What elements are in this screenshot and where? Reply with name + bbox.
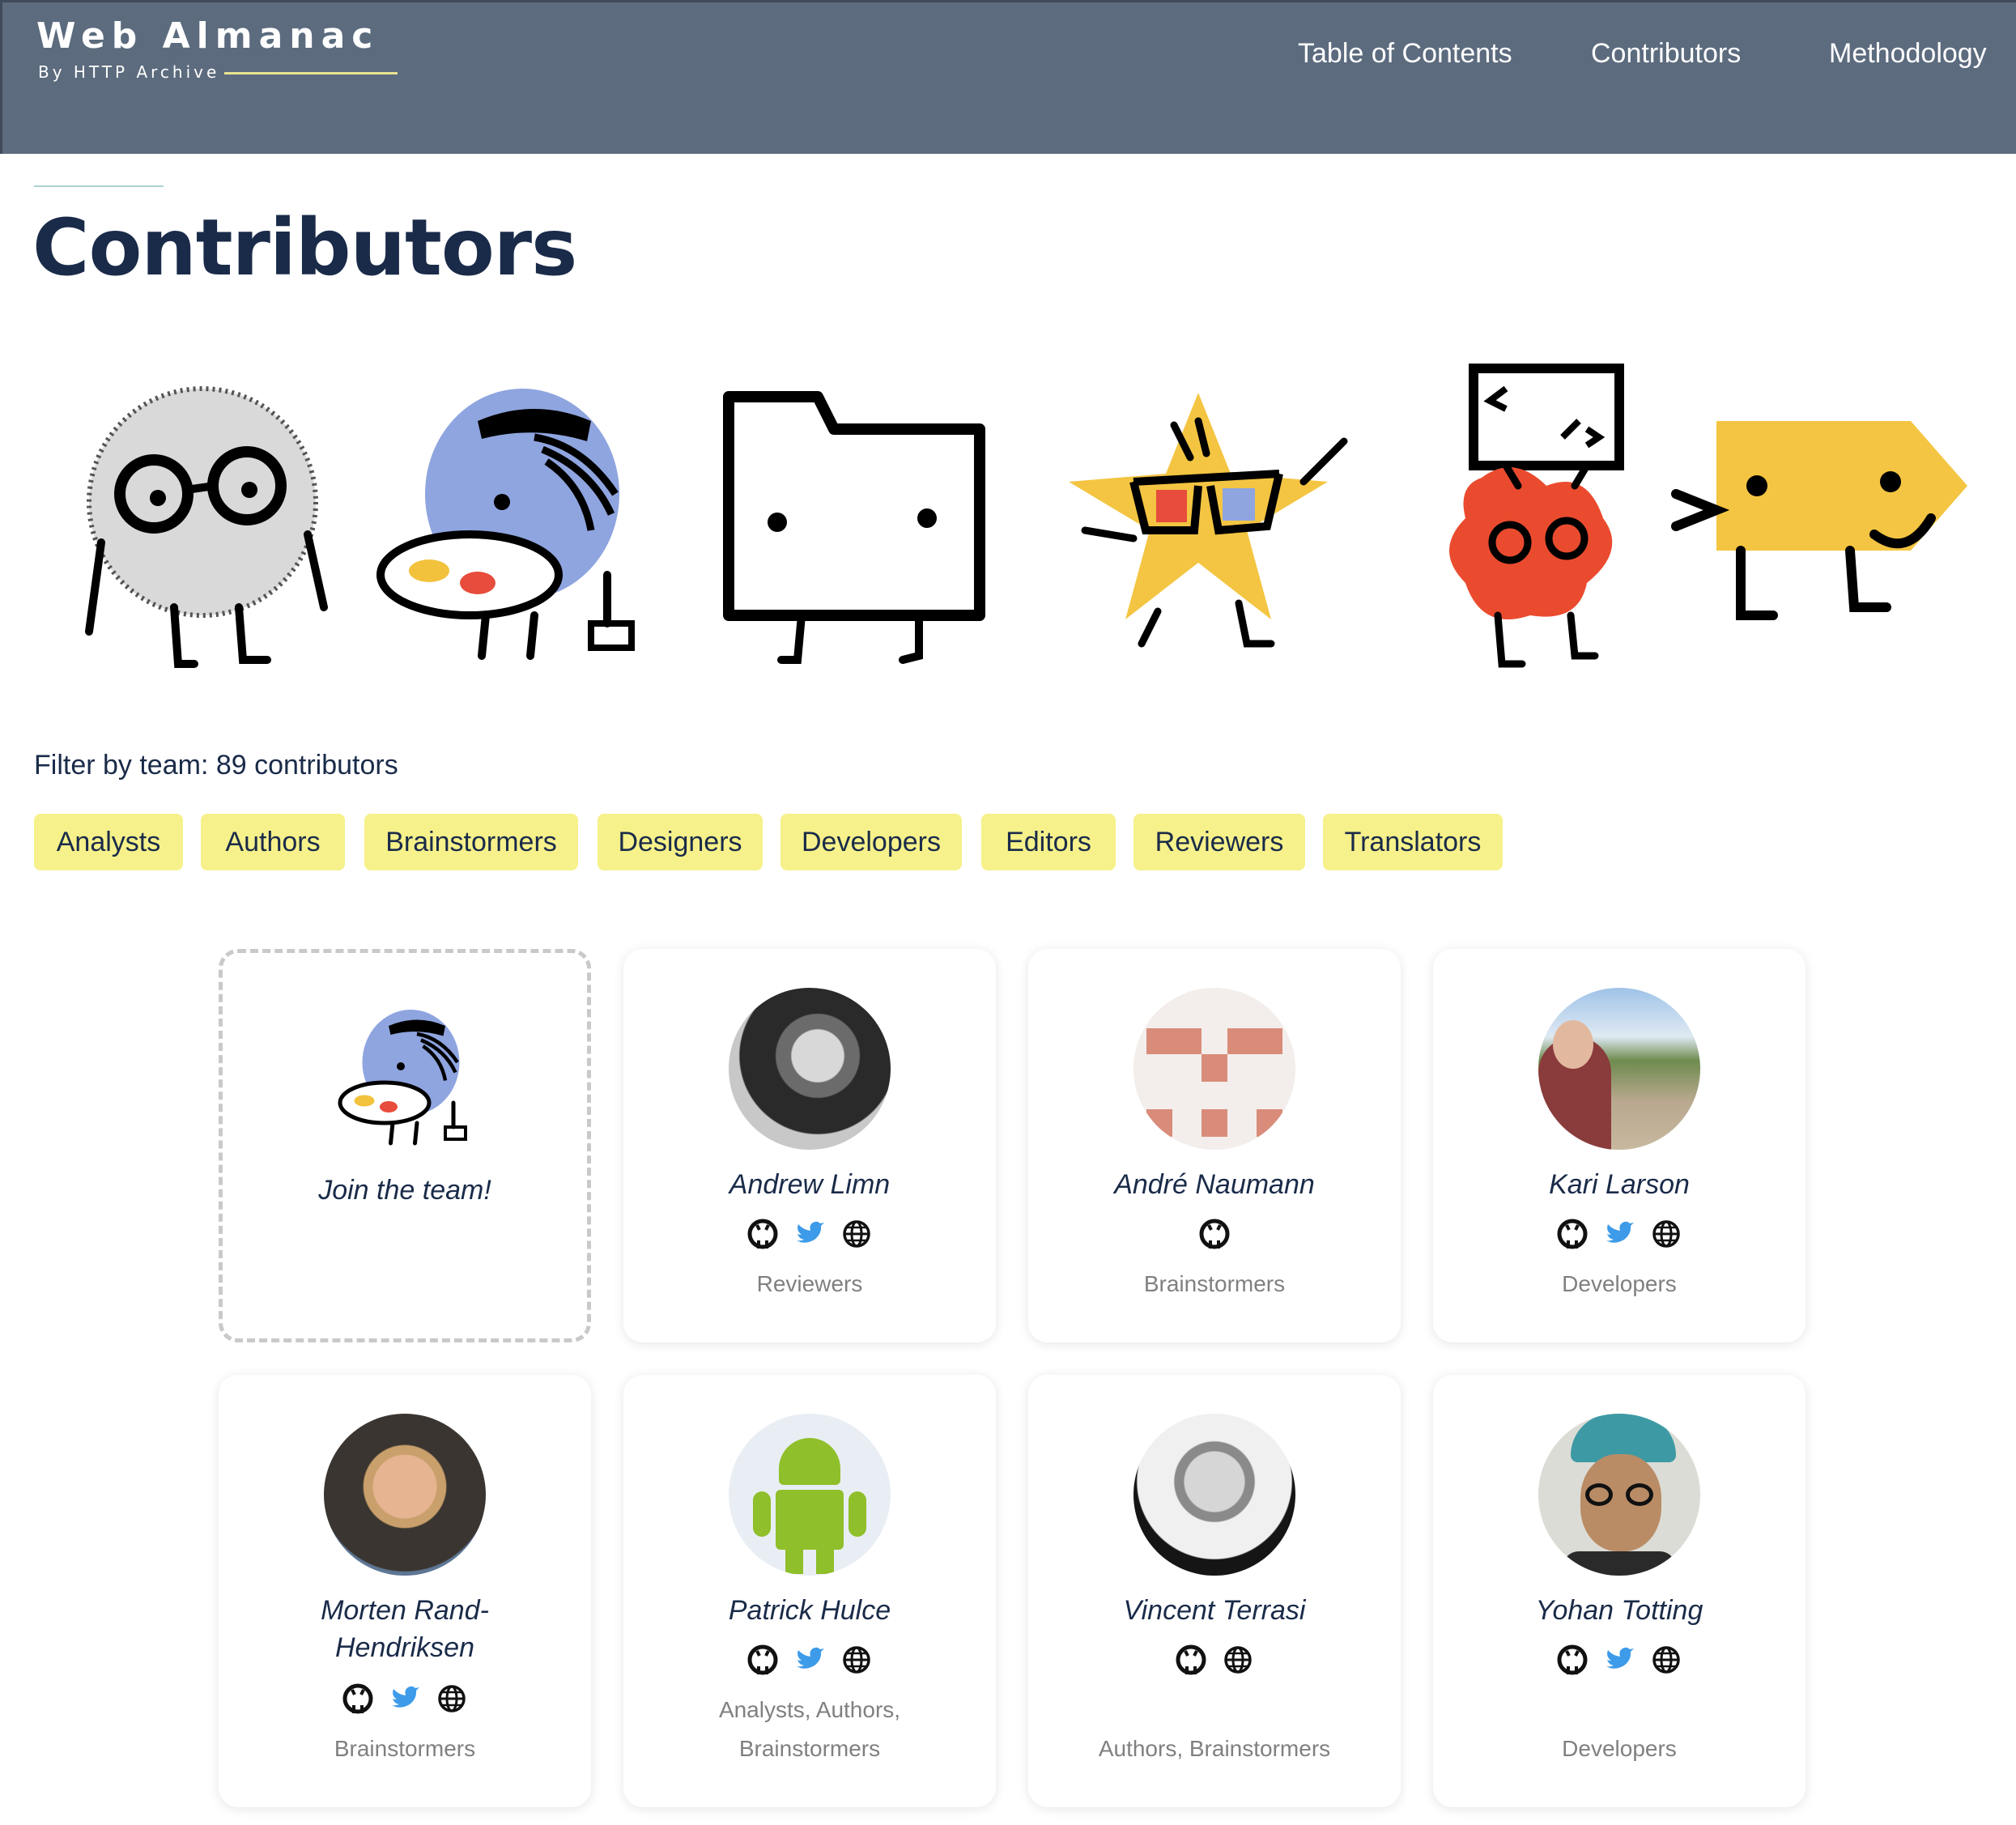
avatar: [324, 1414, 486, 1576]
social-links: [219, 1682, 591, 1718]
github-icon[interactable]: [1556, 1218, 1589, 1250]
analyst-mascot-illustration: [85, 386, 328, 668]
contributor-card: Kari Larson Developers: [1433, 949, 1805, 1342]
filter-chip-designers[interactable]: Designers: [598, 814, 763, 870]
filter-chip-developers[interactable]: Developers: [780, 814, 962, 870]
github-icon[interactable]: [1175, 1644, 1207, 1676]
contributor-card: André Naumann Brainstormers: [1028, 949, 1401, 1342]
nav-methodology[interactable]: Methodology: [1829, 38, 1987, 70]
nav-table-of-contents[interactable]: Table of Contents: [1298, 38, 1512, 70]
contributor-name-line-1: Morten Rand-: [321, 1595, 489, 1626]
website-icon[interactable]: [436, 1682, 468, 1715]
filter-chip-analysts[interactable]: Analysts: [34, 814, 183, 870]
filter-chip-reviewers[interactable]: Reviewers: [1133, 814, 1305, 870]
website-icon[interactable]: [840, 1218, 873, 1250]
contributor-name[interactable]: Patrick Hulce: [623, 1592, 996, 1629]
contributor-card: Andrew Limn Reviewers: [623, 949, 996, 1342]
contributor-teams-line-1: Analysts, Authors,: [718, 1697, 901, 1722]
avatar: [1538, 1414, 1700, 1576]
logo-subtitle: By HTTP Archive: [38, 62, 220, 82]
contributor-teams: Brainstormers: [1143, 1271, 1286, 1296]
nav-contributors[interactable]: Contributors: [1591, 38, 1741, 70]
twitter-icon[interactable]: [793, 1644, 826, 1676]
site-header: Web Almanac By HTTP Archive Table of Con…: [0, 0, 2016, 154]
filter-chip-brainstormers[interactable]: Brainstormers: [364, 814, 578, 870]
filter-chip-editors[interactable]: Editors: [981, 814, 1116, 870]
filter-chip-translators[interactable]: Translators: [1323, 814, 1503, 870]
contributor-teams: Developers: [1562, 1271, 1677, 1296]
page-title: Contributors: [32, 202, 577, 293]
contributor-teams: Developers: [1562, 1736, 1677, 1761]
contributor-card: Yohan Totting Developers: [1433, 1375, 1805, 1807]
contributor-name[interactable]: Vincent Terrasi: [1028, 1592, 1401, 1629]
site-logo[interactable]: Web Almanac By HTTP Archive: [36, 14, 398, 82]
developer-star-mascot-illustration: [1069, 393, 1348, 648]
contributor-teams: Reviewers: [756, 1271, 863, 1296]
avatar: [1133, 1414, 1295, 1576]
contributor-card: Patrick Hulce Analysts, Authors, Brainst…: [623, 1375, 996, 1807]
contributor-name[interactable]: Andrew Limn: [623, 1166, 996, 1203]
twitter-icon[interactable]: [389, 1682, 421, 1715]
contributor-name[interactable]: Kari Larson: [1433, 1166, 1805, 1203]
logo-title: Web Almanac: [36, 15, 380, 57]
contributor-name[interactable]: André Naumann: [1028, 1166, 1401, 1203]
social-links: [623, 1644, 996, 1679]
contributor-card: Vincent Terrasi Authors, Brainstormers: [1028, 1375, 1401, 1807]
contributor-teams: Authors, Brainstormers: [1098, 1736, 1331, 1761]
contributor-name-line-2: Hendriksen: [335, 1632, 474, 1663]
logo-underline: [224, 72, 398, 74]
painter-mascot-icon: [338, 1010, 467, 1146]
avatar: [729, 1414, 891, 1576]
github-icon[interactable]: [1556, 1644, 1589, 1676]
avatar: [1538, 988, 1700, 1150]
contributor-name[interactable]: Yohan Totting: [1433, 1592, 1805, 1629]
social-links: [1433, 1218, 1805, 1253]
join-the-team-label: Join the team!: [318, 1175, 491, 1206]
filter-label: Filter by team: 89 contributors: [34, 750, 398, 781]
github-icon[interactable]: [342, 1682, 374, 1715]
website-icon[interactable]: [840, 1644, 873, 1676]
social-links: [623, 1218, 996, 1253]
filter-chip-authors[interactable]: Authors: [201, 814, 345, 870]
github-icon[interactable]: [746, 1218, 779, 1250]
social-links: [1433, 1644, 1805, 1679]
github-icon[interactable]: [746, 1644, 779, 1676]
mascot-illustrations: [49, 356, 1992, 696]
twitter-icon[interactable]: [793, 1218, 826, 1250]
title-accent-rule: [34, 185, 164, 187]
contributor-teams: Analysts, Authors, Brainstormers: [623, 1691, 996, 1768]
contributor-name[interactable]: Morten Rand- Hendriksen: [219, 1592, 591, 1666]
join-the-team-card[interactable]: Join the team!: [219, 949, 591, 1342]
contributor-card: Morten Rand- Hendriksen Brainstormers: [219, 1375, 591, 1807]
website-icon[interactable]: [1650, 1218, 1682, 1250]
contributor-teams: Brainstormers: [334, 1736, 476, 1761]
website-icon[interactable]: [1650, 1644, 1682, 1676]
website-icon[interactable]: [1222, 1644, 1254, 1676]
social-links: [1028, 1644, 1401, 1679]
designer-mascot-illustration: [376, 389, 635, 660]
twitter-icon[interactable]: [1603, 1644, 1635, 1676]
contributor-teams-line-2: Brainstormers: [738, 1736, 881, 1761]
social-links: [1028, 1218, 1401, 1253]
avatar: [729, 988, 891, 1150]
twitter-icon[interactable]: [1603, 1218, 1635, 1250]
folder-mascot-illustration: [723, 391, 985, 664]
computer-mascot-illustration: [1449, 364, 1624, 668]
tag-mascot-illustration: [1671, 421, 1967, 620]
github-icon[interactable]: [1198, 1218, 1231, 1250]
avatar: [1133, 988, 1295, 1150]
